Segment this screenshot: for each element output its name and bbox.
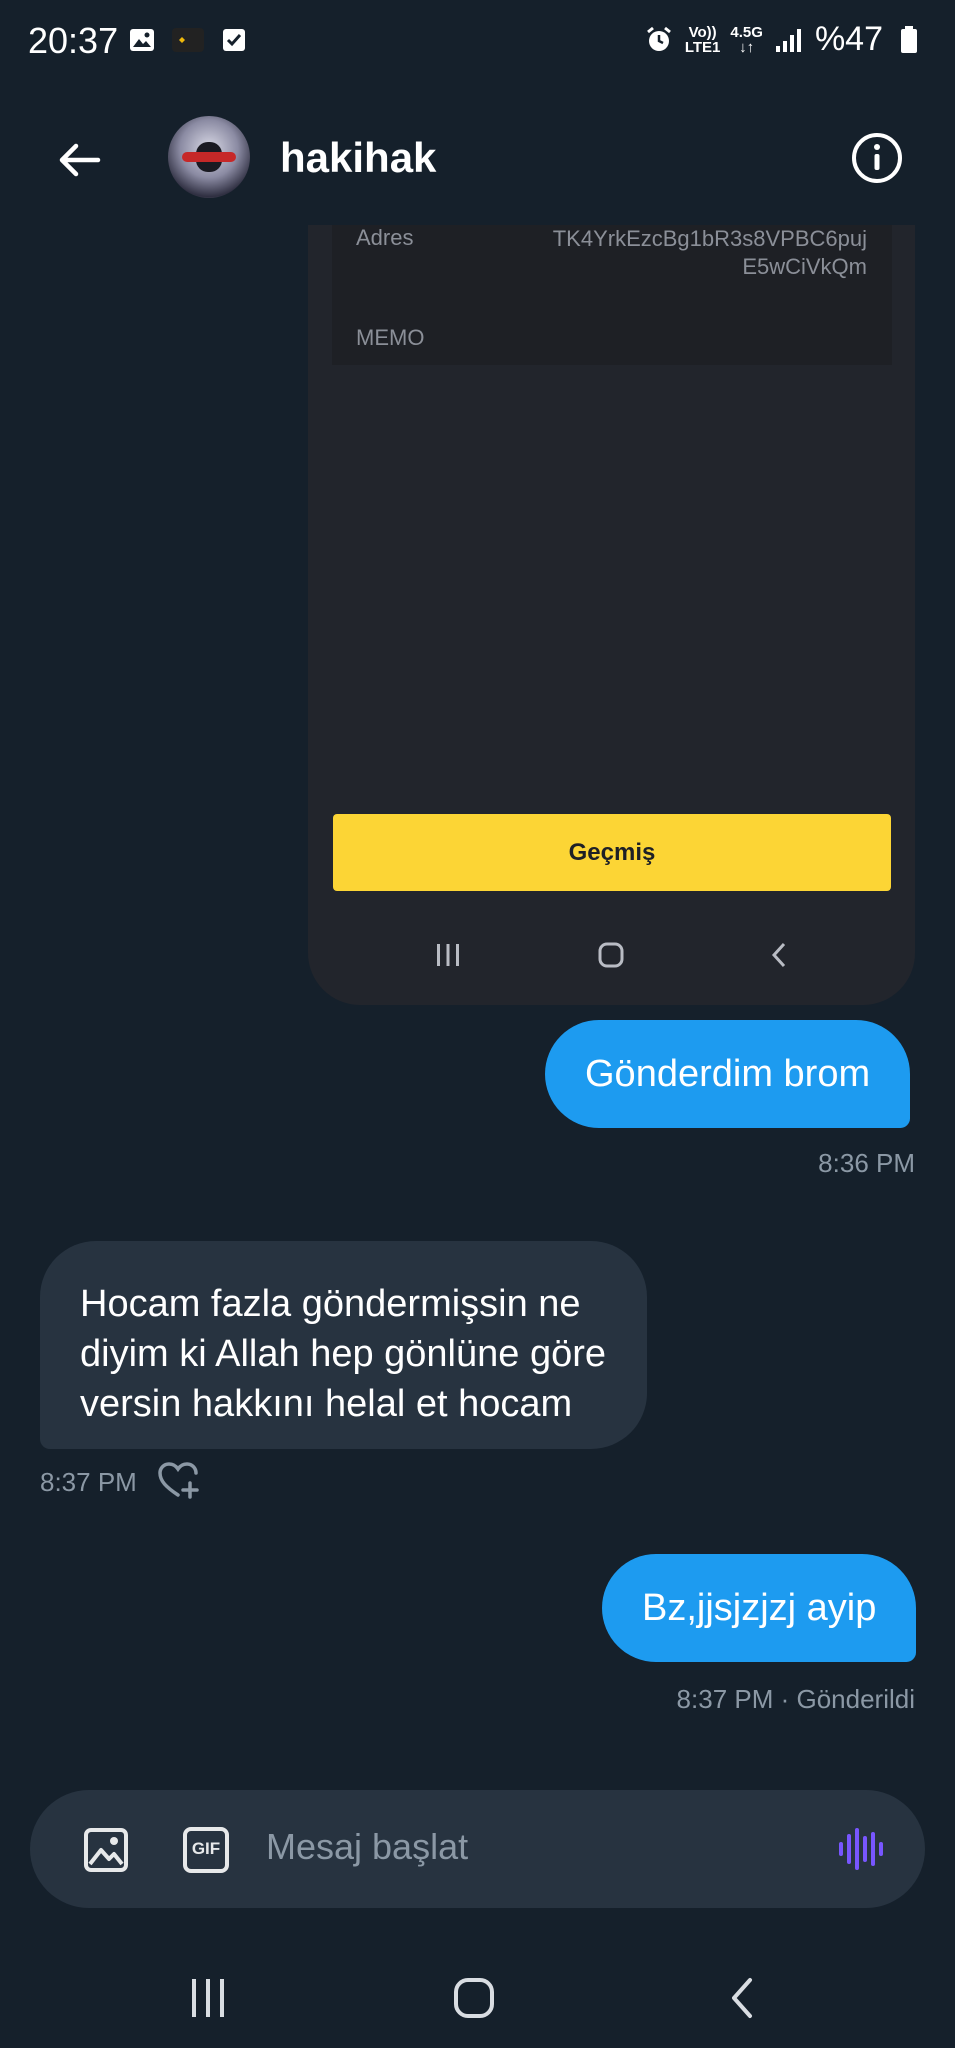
home-icon [591, 935, 631, 975]
recents-icon [192, 1979, 224, 2017]
info-button[interactable] [849, 130, 905, 186]
image-icon [84, 1828, 128, 1872]
system-navigation-bar [0, 1950, 955, 2048]
data-type-indicator: 4.5G ↓↑ [730, 23, 763, 56]
back-button[interactable] [50, 130, 110, 190]
battery-icon [893, 24, 925, 56]
screenshot-address-value: TK4YrkEzcBg1bR3s8VPBC6pujE5wCiVkQm [552, 226, 867, 279]
status-time: 20:37 [28, 20, 119, 61]
message-bubble-received[interactable]: Hocam fazla göndermişsin ne diyim ki All… [40, 1241, 647, 1449]
status-bar: 20:37 Vo)) LTE1 4.5G ↓↑ %47 [0, 0, 955, 84]
gallery-icon [126, 24, 158, 56]
heart-plus-icon [158, 1462, 199, 1499]
screenshot-address-label: Adres [356, 225, 414, 250]
message-timestamp-status: 8:37 PM · Gönderildi [676, 1684, 915, 1714]
info-circle-icon [852, 133, 902, 183]
back-chevron-icon [760, 935, 800, 975]
message-text: Gönderdim brom [585, 1053, 871, 1095]
voice-wave-icon [839, 1828, 883, 1870]
message-timestamp: 8:36 PM [818, 1148, 915, 1178]
status-right-icons: Vo)) LTE1 4.5G ↓↑ %47 [643, 20, 925, 59]
add-reaction-button[interactable] [156, 1461, 202, 1501]
message-text-line: Hocam fazla göndermişsin ne [80, 1283, 581, 1325]
alarm-icon [643, 24, 675, 56]
avatar[interactable] [168, 116, 250, 198]
message-text: Bz,jjsjzjzj ayip [642, 1587, 877, 1629]
voice-message-button[interactable] [835, 1824, 885, 1874]
home-icon [454, 1978, 494, 2018]
data-arrows-icon: ↓↑ [739, 38, 755, 56]
system-back-button[interactable] [712, 1968, 772, 2028]
checkbox-icon [218, 24, 250, 56]
message-text-line: diyim ki Allah hep gönlüne göre [80, 1333, 607, 1375]
recents-icon [428, 935, 468, 975]
screenshot-nav-bar [308, 935, 915, 985]
exchange-tr-icon [172, 24, 204, 56]
add-photo-button[interactable] [82, 1826, 130, 1874]
signal-icon [773, 24, 805, 56]
screenshot-history-button: Geçmiş [333, 814, 891, 891]
conversation-username[interactable]: hakihak [280, 134, 436, 182]
message-text-line: versin hakkını helal et hocam [80, 1383, 573, 1425]
message-bubble-sent[interactable]: Bz,jjsjzjzj ayip [602, 1554, 917, 1662]
message-input[interactable]: Mesaj başlat [266, 1826, 468, 1868]
shared-screenshot-image[interactable]: Adres TK4YrkEzcBg1bR3s8VPBC6pujE5wCiVkQm… [308, 225, 915, 1005]
conversation-header: hakihak [0, 100, 955, 220]
message-composer: GIF Mesaj başlat [30, 1790, 925, 1908]
message-bubble-sent[interactable]: Gönderdim brom [545, 1020, 911, 1128]
arrow-left-icon [59, 143, 101, 177]
status-left-icons [126, 24, 250, 56]
screenshot-memo-label: MEMO [356, 325, 425, 350]
network-indicator: Vo)) LTE1 [684, 23, 721, 56]
message-timestamp: 8:37 PM [40, 1467, 137, 1497]
recents-button[interactable] [178, 1968, 238, 2028]
home-button[interactable] [444, 1968, 504, 2028]
gif-button[interactable]: GIF [182, 1826, 230, 1874]
battery-percent: %47 [814, 20, 883, 58]
back-chevron-icon [732, 1978, 752, 2018]
